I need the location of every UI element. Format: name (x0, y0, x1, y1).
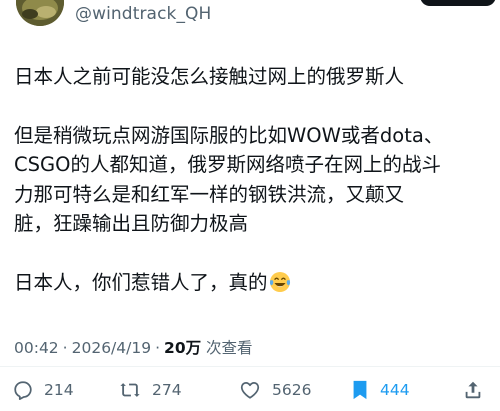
tweet-paragraph: 但是稍微玩点网游国际服的比如WOW或者dota、 CSGO的人都知道，俄罗斯网络… (14, 123, 444, 236)
views-label: 次查看 (206, 339, 253, 357)
reply-icon (12, 379, 34, 401)
divider (0, 366, 500, 367)
share-icon (462, 379, 484, 401)
bookmark-button[interactable]: 444 (350, 372, 410, 408)
tweet-paragraph: 日本人之前可能没怎么接触过网上的俄罗斯人 (14, 65, 405, 88)
tweet-text: 日本人之前可能没怎么接触过网上的俄罗斯人 但是稍微玩点网游国际服的比如WOW或者… (14, 62, 492, 297)
tweet-paragraph: 日本人，你们惹错人了，真的 (14, 268, 492, 298)
reply-button[interactable]: 214 (12, 372, 74, 408)
tweet-paragraph-text: 日本人，你们惹错人了，真的 (14, 270, 268, 294)
tweet-header: @windtrack_QH (0, 0, 500, 36)
tweet-meta: 00:42 · 2026/4/19 · 20万 次查看 (14, 336, 253, 358)
like-button[interactable]: 5626 (238, 372, 311, 408)
retweet-count: 274 (152, 381, 182, 399)
heart-icon (238, 379, 262, 401)
author-handle[interactable]: @windtrack_QH (75, 4, 211, 24)
face-with-tears-of-joy-icon (269, 271, 291, 293)
bookmark-icon (350, 379, 370, 401)
retweet-button[interactable]: 274 (118, 372, 182, 408)
action-bar: 214 274 5626 444 (0, 372, 500, 408)
tweet-time[interactable]: 00:42 (14, 339, 59, 357)
like-count: 5626 (272, 381, 312, 399)
meta-separator: · (155, 339, 161, 357)
reply-count: 214 (44, 381, 74, 399)
bookmark-count: 444 (380, 381, 410, 399)
retweet-icon (118, 379, 142, 401)
tweet-date[interactable]: 2026/4/19 (72, 339, 151, 357)
share-button[interactable] (462, 372, 484, 408)
follow-button[interactable] (420, 0, 496, 6)
meta-separator: · (62, 339, 68, 357)
avatar[interactable] (16, 0, 64, 26)
views-count: 20万 (164, 339, 202, 357)
